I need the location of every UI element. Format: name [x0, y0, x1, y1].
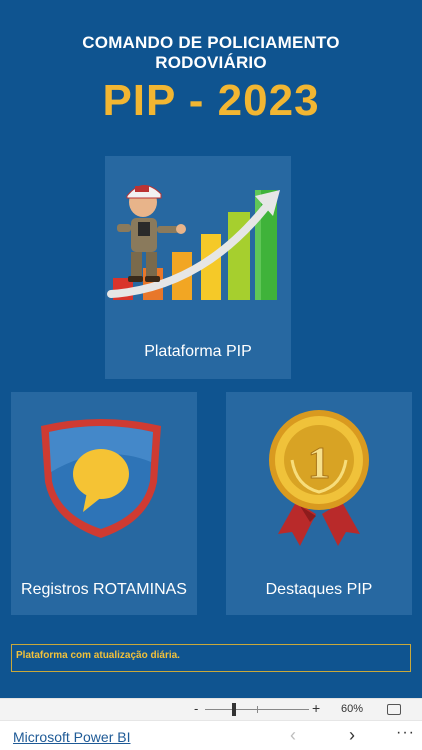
next-page-icon[interactable]: ›	[349, 725, 355, 746]
registros-rotaminas-label: Registros ROTAMINAS	[21, 581, 187, 598]
report-canvas: COMANDO DE POLICIAMENTO RODOVIÁRIO PIP -…	[0, 0, 422, 698]
more-options-icon[interactable]: ···	[396, 724, 415, 742]
update-note-box: Plataforma com atualização diária.	[11, 644, 411, 672]
registros-rotaminas-tile[interactable]: Registros ROTAMINAS	[11, 392, 197, 615]
plataforma-pip-label: Plataforma PIP	[144, 343, 252, 360]
gold-medal-icon: 1	[269, 410, 369, 546]
growth-chart-mascot-icon	[107, 185, 280, 300]
plataforma-pip-tile[interactable]: Plataforma PIP	[105, 156, 291, 379]
bottom-bar: Microsoft Power BI ‹ › ···	[0, 720, 422, 750]
zoom-in-button[interactable]: +	[312, 700, 320, 716]
zoom-bar: - + 60%	[0, 698, 422, 720]
previous-page-icon[interactable]: ‹	[290, 725, 296, 746]
zoom-slider-tick	[257, 706, 258, 713]
power-bi-link[interactable]: Microsoft Power BI	[13, 729, 130, 745]
svg-text:1: 1	[308, 437, 331, 488]
zoom-out-button[interactable]: -	[194, 701, 198, 716]
update-note-text: Plataforma com atualização diária.	[16, 650, 180, 661]
report-title-line1: COMANDO DE POLICIAMENTO	[82, 33, 340, 52]
destaques-pip-tile[interactable]: 1 Destaques PIP	[226, 392, 412, 615]
speech-shield-icon	[41, 419, 161, 538]
zoom-slider-thumb[interactable]	[232, 703, 236, 716]
destaques-pip-label: Destaques PIP	[265, 581, 373, 598]
zoom-level: 60%	[341, 703, 364, 715]
report-title-line2: RODOVIÁRIO	[155, 53, 267, 72]
report-subtitle: PIP - 2023	[102, 76, 320, 125]
fit-to-page-icon[interactable]	[387, 704, 401, 715]
